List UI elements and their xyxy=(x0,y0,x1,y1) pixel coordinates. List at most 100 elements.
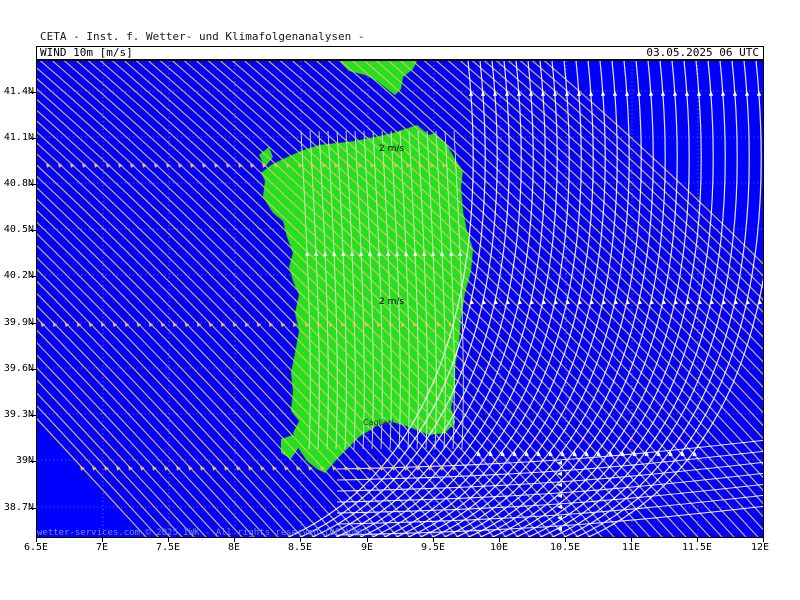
wind-arrowhead xyxy=(492,90,498,96)
wind-arrowhead xyxy=(576,90,582,96)
lon-tick xyxy=(631,538,632,542)
wind-arrowhead xyxy=(684,90,690,96)
wind-arrowhead xyxy=(696,90,702,96)
lon-label-10.5: 10.5E xyxy=(549,542,581,553)
lat-label-41.1: 41.1N xyxy=(3,132,34,143)
lat-tick xyxy=(30,230,36,231)
lat-label-41.4: 41.4N xyxy=(3,86,34,97)
valid-time: 03.05.2025 06 UTC xyxy=(646,46,759,59)
lat-tick xyxy=(30,415,36,416)
lon-tick xyxy=(433,538,434,542)
wind-arrowhead xyxy=(541,299,546,305)
wind-arrowhead xyxy=(517,299,522,305)
lat-tick xyxy=(30,508,36,509)
wind-arrowhead xyxy=(480,90,486,96)
wind-arrowhead xyxy=(720,90,726,96)
wind-arrowhead xyxy=(709,299,714,305)
wind-arrowhead xyxy=(469,299,474,305)
lon-label-11: 11E xyxy=(621,542,641,553)
wind-map-canvas: 2 m/s 2 m/s Cagliari wetter-services.com… xyxy=(37,61,763,538)
wind-arrowhead xyxy=(481,299,486,305)
lat-label-40.8: 40.8N xyxy=(3,178,34,189)
wind-arrowhead xyxy=(756,90,762,96)
lon-label-8.5: 8.5E xyxy=(287,542,313,553)
map-title: CETA - Inst. f. Wetter- und Klimafolgena… xyxy=(40,30,365,43)
lon-tick xyxy=(234,538,235,542)
lon-label-7: 7E xyxy=(95,542,109,553)
wind-arrowhead xyxy=(732,90,738,96)
speed-label-north: 2 m/s xyxy=(379,144,404,154)
city-label-cagliari: Cagliari xyxy=(363,418,393,427)
wind-arrowhead xyxy=(672,90,678,96)
lon-tick xyxy=(300,538,301,542)
wind-arrowhead xyxy=(624,90,630,96)
lon-tick xyxy=(565,538,566,542)
wind-arrowhead xyxy=(516,90,522,96)
wind-arrowhead xyxy=(636,90,642,96)
wind-arrowhead xyxy=(660,90,666,96)
wind-arrowhead xyxy=(733,299,738,305)
lat-label-40.5: 40.5N xyxy=(3,224,34,235)
wind-arrowhead xyxy=(600,90,606,96)
speed-label-south: 2 m/s xyxy=(379,297,404,307)
wind-arrowhead xyxy=(601,299,606,305)
wind-arrowhead xyxy=(468,90,474,96)
variable-label: WIND 10m [m/s] xyxy=(40,46,133,59)
lat-label-39.3: 39.3N xyxy=(3,409,34,420)
variable-bar: WIND 10m [m/s] 03.05.2025 06 UTC xyxy=(36,46,764,60)
lon-tick xyxy=(697,538,698,542)
lon-label-7.5: 7.5E xyxy=(155,542,181,553)
wind-arrowhead xyxy=(577,299,582,305)
wind-arrowhead xyxy=(637,299,642,305)
lon-tick xyxy=(763,538,764,542)
wind-arrowhead xyxy=(528,90,534,96)
lat-tick xyxy=(30,138,36,139)
lon-label-12: 12E xyxy=(750,542,770,553)
lon-label-9.5: 9.5E xyxy=(420,542,446,553)
wind-arrowhead xyxy=(708,90,714,96)
wind-arrowhead xyxy=(721,299,726,305)
wind-arrowhead xyxy=(648,90,654,96)
lon-tick xyxy=(367,538,368,542)
lon-label-9: 9E xyxy=(360,542,374,553)
wind-arrowhead xyxy=(661,299,666,305)
wind-arrowhead xyxy=(553,299,558,305)
wind-arrowhead xyxy=(612,90,618,96)
wind-arrowhead xyxy=(504,90,510,96)
wind-arrowhead xyxy=(745,299,750,305)
wind-arrowhead xyxy=(552,90,558,96)
lat-tick xyxy=(30,184,36,185)
lat-label-39: 39N xyxy=(15,455,34,466)
lat-label-40.2: 40.2N xyxy=(3,270,34,281)
wind-arrowhead xyxy=(505,299,510,305)
lon-tick xyxy=(102,538,103,542)
lat-label-39.6: 39.6N xyxy=(3,363,34,374)
wind-arrowhead xyxy=(493,299,498,305)
wind-arrowhead xyxy=(564,90,570,96)
wind-arrowhead xyxy=(685,299,690,305)
lon-label-8: 8E xyxy=(227,542,241,553)
lon-tick xyxy=(168,538,169,542)
lat-label-39.9: 39.9N xyxy=(3,317,34,328)
lat-tick xyxy=(30,92,36,93)
copyright-text: wetter-services.com © 2025 IWK - All rig… xyxy=(37,528,368,538)
lat-tick xyxy=(30,369,36,370)
lat-tick xyxy=(30,276,36,277)
wind-arrowhead xyxy=(588,90,594,96)
wind-arrowhead xyxy=(757,299,762,305)
wind-arrowhead xyxy=(744,90,750,96)
lon-label-10: 10E xyxy=(489,542,509,553)
wind-map: 2 m/s 2 m/s Cagliari wetter-services.com… xyxy=(36,60,764,538)
lat-label-38.7: 38.7N xyxy=(3,502,34,513)
lat-tick xyxy=(30,323,36,324)
lon-tick xyxy=(499,538,500,542)
wind-arrowhead xyxy=(529,299,534,305)
lon-label-11.5: 11.5E xyxy=(681,542,713,553)
wind-arrowhead xyxy=(625,299,630,305)
wind-arrowhead xyxy=(673,299,678,305)
wind-arrowhead xyxy=(540,90,546,96)
streamline-east xyxy=(586,276,763,537)
lat-tick xyxy=(30,461,36,462)
wind-arrowhead xyxy=(649,299,654,305)
lon-tick xyxy=(36,538,37,542)
